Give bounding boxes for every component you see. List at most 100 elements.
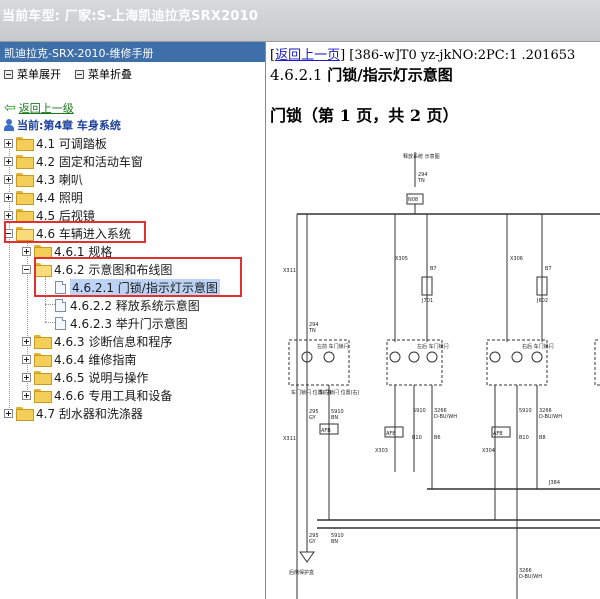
tree-item[interactable]: 4.6.5 说明与操作: [22, 368, 148, 386]
motor-icon: [489, 351, 501, 363]
back-arrow-icon: ⇦: [4, 99, 16, 116]
folder-icon: [34, 245, 52, 259]
tree-item[interactable]: 4.4 照明: [4, 188, 83, 206]
left-pane: 凯迪拉克-SRX-2010-维修手册 菜单展开 菜单折叠 ⇦ 返回上一级 当前:…: [0, 42, 266, 599]
document-icon: [55, 298, 66, 312]
wiring-diagram: 释放系统 示意图 294 TN N08 X311 X305 X306 J701 …: [283, 152, 600, 599]
wire-label: TN: [308, 328, 316, 334]
connector-label: X306: [510, 256, 523, 262]
tree-item[interactable]: 4.3 喇叭: [4, 170, 83, 188]
connector-label: AFB: [493, 431, 503, 437]
tree-item-label: 4.2 固定和活动车窗: [36, 154, 143, 169]
back-page-link[interactable]: 返回上一页: [275, 48, 340, 63]
tree-item[interactable]: 4.2 固定和活动车窗: [4, 152, 143, 170]
connector-label: AFB: [386, 431, 396, 437]
current-chapter: 当前:第4章 车身系统: [4, 117, 121, 133]
switch-label: 车门锁闩 位置(右): [319, 389, 360, 396]
wire-label: D-BU/WH: [539, 414, 562, 420]
actuator-label: 右后 车门锁闩: [522, 343, 554, 350]
folder-icon: [16, 407, 34, 421]
wire-label: TN: [417, 178, 425, 184]
wire-label: 5910: [413, 408, 426, 414]
user-icon: [4, 119, 14, 131]
ground-label: 后侧保护盒: [289, 569, 314, 576]
back-level-link[interactable]: ⇦ 返回上一级: [4, 100, 74, 116]
tree-item-label: 4.6.5 说明与操作: [54, 370, 149, 385]
tree-item[interactable]: 4.6.4 维修指南: [22, 350, 136, 368]
pin-label: B7: [430, 266, 437, 272]
tree-guide: [45, 304, 55, 305]
motor-icon: [389, 351, 401, 363]
connector-label: X305: [395, 256, 408, 262]
tree-item-label: 4.1 可调踏板: [36, 136, 107, 151]
module-label: 释放系统 示意图: [403, 153, 440, 160]
tree-item[interactable]: 4.6.2.3 举升门示意图: [55, 314, 188, 332]
back-level-label: 返回上一级: [18, 102, 74, 115]
motor-icon: [408, 351, 420, 363]
collapse-menu-button[interactable]: 菜单折叠: [75, 66, 132, 82]
expand-toggle-icon[interactable]: [22, 354, 31, 364]
section-title: 4.6.2.1 门锁/指示灯示意图: [270, 64, 453, 85]
expand-toggle-icon[interactable]: [4, 138, 13, 148]
breadcrumb: [返回上一页] [386-w]T0 yz-jkNO:2PC:1 .201653: [270, 48, 576, 63]
expand-toggle-icon[interactable]: [22, 390, 31, 400]
pin-label: B8: [539, 435, 546, 441]
tree-item-label: 4.4 照明: [36, 190, 83, 205]
tree-item[interactable]: 4.1 可调踏板: [4, 134, 107, 152]
expand-toggle-icon[interactable]: [22, 336, 31, 346]
folder-icon: [34, 335, 52, 349]
section-name: 门锁/指示灯示意图: [327, 66, 453, 84]
current-chapter-label: 当前:第4章 车身系统: [17, 119, 121, 132]
wire-label: D-BU/WH: [519, 574, 542, 580]
expand-toggle-icon[interactable]: [4, 192, 13, 202]
actuator-right-front: [594, 339, 600, 386]
tree-item[interactable]: 4.6.6 专用工具和设备: [22, 386, 172, 404]
expand-menu-label: 菜单展开: [17, 68, 61, 81]
connector-label: J602: [536, 298, 548, 304]
tree-item-label: 4.6.2.3 举升门示意图: [70, 316, 188, 331]
expand-toggle-icon[interactable]: [4, 156, 13, 166]
expand-toggle-icon[interactable]: [4, 210, 13, 220]
folder-icon: [16, 137, 34, 151]
connector-label: J384: [548, 480, 560, 486]
highlight-box: [4, 221, 146, 243]
section-number: 4.6.2.1: [270, 66, 323, 84]
pin-label: B6: [434, 435, 441, 441]
connector-label: N08: [408, 197, 418, 203]
collapse-icon: [75, 69, 84, 79]
tree-item-label: 4.7 刮水器和洗涤器: [36, 406, 143, 421]
collapse-menu-label: 菜单折叠: [88, 68, 132, 81]
connector-label: X304: [482, 448, 495, 454]
tree-toolbar: 菜单展开 菜单折叠: [0, 62, 265, 82]
collapse-toggle-icon[interactable]: [22, 264, 31, 274]
content-pane: [返回上一页] [386-w]T0 yz-jkNO:2PC:1 .201653 …: [267, 42, 600, 599]
expand-toggle-icon[interactable]: [4, 174, 13, 184]
document-icon: [55, 316, 66, 330]
tree-item[interactable]: 4.6.2.2 释放系统示意图: [55, 296, 200, 314]
tree-item[interactable]: 4.7 刮水器和洗涤器: [4, 404, 143, 422]
connector-label: X311: [283, 436, 296, 442]
folder-icon: [16, 173, 34, 187]
tree-item-label: 4.6.2.2 释放系统示意图: [70, 298, 200, 313]
ground-icon: [299, 551, 315, 563]
tree-item[interactable]: 4.6.3 诊断信息和程序: [22, 332, 172, 350]
folder-icon: [34, 353, 52, 367]
expand-toggle-icon[interactable]: [4, 408, 13, 418]
pin-label: B7: [545, 266, 552, 272]
folder-icon: [34, 371, 52, 385]
expand-menu-button[interactable]: 菜单展开: [4, 66, 61, 82]
folder-icon: [16, 191, 34, 205]
folder-icon: [34, 389, 52, 403]
expand-toggle-icon[interactable]: [22, 246, 31, 256]
expand-icon: [4, 69, 13, 79]
tree-item-label: 4.6.3 诊断信息和程序: [54, 334, 173, 349]
breadcrumb-code: ] [386-w]T0 yz-jkNO:2PC:1 .201653: [340, 48, 576, 63]
expand-toggle-icon[interactable]: [22, 372, 31, 382]
highlight-box: [34, 257, 242, 297]
tree-item-label: 4.6.4 维修指南: [54, 352, 137, 367]
wire-label: D-BU/WH: [434, 414, 457, 420]
connector-label: X311: [283, 268, 296, 274]
motor-icon: [323, 351, 335, 363]
wire-label: BN: [331, 415, 338, 421]
motor-icon: [426, 351, 438, 363]
